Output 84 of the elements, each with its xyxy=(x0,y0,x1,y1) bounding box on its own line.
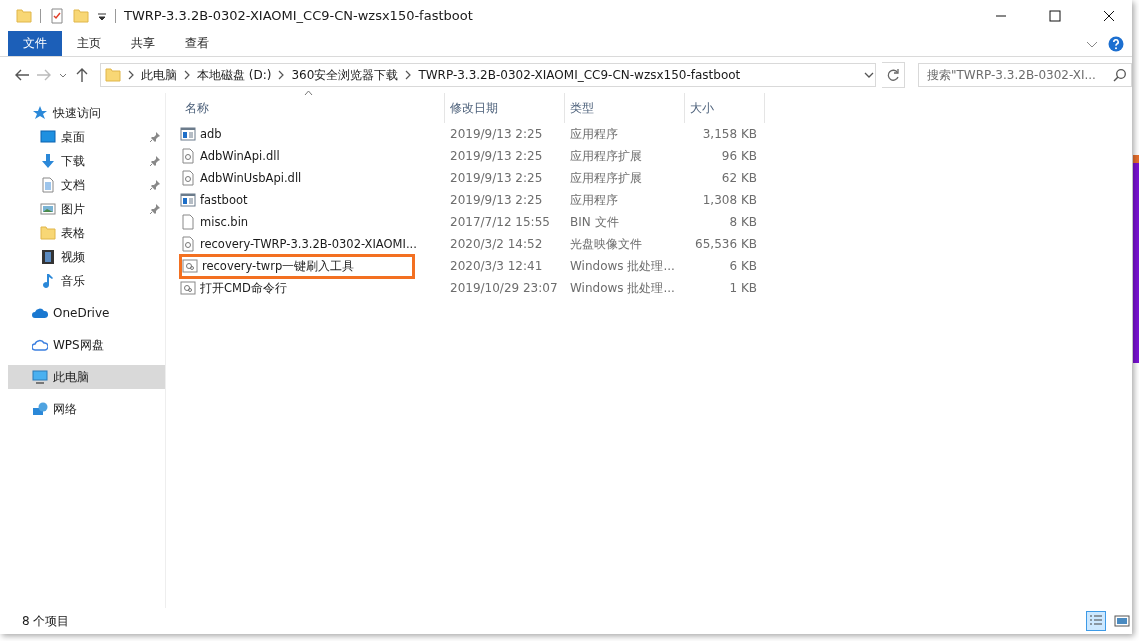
table-cell-text: 2020/3/3 12:41 xyxy=(449,259,544,273)
table-cell-text: 2020/3/2 14:52 xyxy=(449,237,544,251)
folder-icon xyxy=(40,225,56,241)
file-name[interactable]: recovery-TWRP-3.3.2B-0302-XIAOMI... xyxy=(180,234,435,254)
file-name[interactable]: AdbWinUsbApi.dll xyxy=(180,168,435,188)
app-window-icon xyxy=(180,192,196,208)
table-cell-text: 8 KB xyxy=(728,215,758,229)
cloud-icon xyxy=(32,337,48,353)
picture-icon xyxy=(40,201,56,217)
sidebar-item[interactable]: 视频 xyxy=(8,245,165,269)
table-cell-text: 62 KB xyxy=(720,171,758,185)
window-title: TWRP-3.3.2B-0302-XIAOMI_CC9-CN-wzsx150-fastboot xyxy=(124,8,473,23)
desktop-icon xyxy=(40,129,56,145)
file-name[interactable]: misc.bin xyxy=(180,212,435,232)
sidebar-item[interactable]: 音乐 xyxy=(8,269,165,293)
table-cell-text: Windows 批处理... xyxy=(569,279,676,297)
search-field[interactable]: 搜索"TWRP-3.3.2B-0302-XI... xyxy=(918,63,1132,87)
up-arrow-icon[interactable] xyxy=(74,67,90,83)
maximize-icon xyxy=(1049,9,1061,22)
ribbon-tab[interactable]: 主页 xyxy=(62,31,116,56)
table-cell-text: BIN 文件 xyxy=(569,213,620,231)
sidebar-item[interactable]: 下载 xyxy=(8,149,165,173)
table-cell-text: 6 KB xyxy=(728,259,758,273)
ribbon-tab[interactable]: 查看 xyxy=(170,31,224,56)
app-window-icon xyxy=(180,126,196,142)
table-cell-text: 2019/9/13 2:25 xyxy=(449,171,544,185)
film-icon xyxy=(40,249,56,265)
ribbon-tab[interactable]: 文件 xyxy=(8,31,62,56)
table-cell-text: 65,536 KB xyxy=(694,237,758,251)
music-note-icon xyxy=(40,273,56,289)
table-cell-text: 2019/9/13 2:25 xyxy=(449,193,544,207)
sidebar-item[interactable]: 表格 xyxy=(8,221,165,245)
table-cell-text: 3,158 KB xyxy=(701,127,758,141)
breadcrumb[interactable]: 此电脑 xyxy=(141,66,177,84)
table-cell-text: 应用程序扩展 xyxy=(569,147,643,165)
file-name[interactable]: fastboot xyxy=(180,190,435,210)
table-cell-text: 2019/9/13 2:25 xyxy=(449,127,544,141)
refresh-icon xyxy=(886,68,900,82)
sidebar-item[interactable]: 快速访问 xyxy=(8,101,165,125)
help-icon[interactable] xyxy=(1108,35,1124,52)
monitor-icon xyxy=(32,369,48,385)
table-cell-text: 96 KB xyxy=(720,149,758,163)
refresh-button[interactable] xyxy=(882,62,905,88)
table-cell-text: 应用程序 xyxy=(569,125,619,143)
table-cell-text: 应用程序 xyxy=(569,191,619,209)
star-icon xyxy=(32,105,48,121)
back-arrow-icon[interactable] xyxy=(14,67,30,83)
folder-icon xyxy=(105,67,121,83)
document-icon xyxy=(180,214,196,230)
table-cell-text: 1,308 KB xyxy=(701,193,758,207)
breadcrumb[interactable]: 本地磁盘 (D:) xyxy=(197,66,272,84)
breadcrumb[interactable]: 360安全浏览器下载 xyxy=(291,66,399,84)
sidebar-item[interactable]: 此电脑 xyxy=(8,365,165,389)
table-cell-text: 2017/7/12 15:55 xyxy=(449,215,551,229)
table-cell-text: 光盘映像文件 xyxy=(569,235,643,253)
sidebar-item[interactable]: WPS网盘 xyxy=(8,333,165,357)
properties-icon[interactable] xyxy=(49,7,65,24)
table-cell-text: Windows 批处理... xyxy=(569,257,676,275)
sidebar-item[interactable]: 网络 xyxy=(8,397,165,421)
table-cell-text: 1 KB xyxy=(728,281,758,295)
breadcrumb[interactable]: TWRP-3.3.2B-0302-XIAOMI_CC9-CN-wzsx150-fastboot xyxy=(418,68,741,82)
search-icon xyxy=(1113,68,1127,82)
address-bar[interactable]: 此电脑 本地磁盘 (D:) 360安全浏览器下载 TWRP-3.3.2B-0302-XIAOMI_CC9-CN-wzsx150-fastboot xyxy=(100,63,876,87)
sidebar-item[interactable]: 桌面 xyxy=(8,125,165,149)
column-header[interactable]: 大小 xyxy=(685,93,765,123)
file-name[interactable]: adb xyxy=(180,124,435,144)
ribbon-tab[interactable]: 共享 xyxy=(116,31,170,56)
file-name[interactable]: AdbWinApi.dll xyxy=(180,146,435,166)
document-icon xyxy=(40,177,56,193)
column-header[interactable]: 名称 xyxy=(180,93,445,123)
folder-icon xyxy=(16,7,32,24)
sidebar-item[interactable]: OneDrive xyxy=(8,301,165,325)
download-arrow-icon xyxy=(40,153,56,169)
disc-document-icon xyxy=(180,236,196,252)
item-count: 8 个项目 xyxy=(22,612,70,630)
column-header[interactable]: 类型 xyxy=(565,93,685,123)
column-header[interactable]: 修改日期 xyxy=(445,93,565,123)
file-name[interactable]: 打开CMD命令行 xyxy=(180,278,435,298)
table-cell-text: 应用程序扩展 xyxy=(569,169,643,187)
sidebar-item[interactable]: 文档 xyxy=(8,173,165,197)
sidebar-item[interactable]: 图片 xyxy=(8,197,165,221)
table-cell-text: 2019/10/29 23:07 xyxy=(449,281,559,295)
table-cell-text: 2019/9/13 2:25 xyxy=(449,149,544,163)
close-icon xyxy=(1103,9,1115,22)
